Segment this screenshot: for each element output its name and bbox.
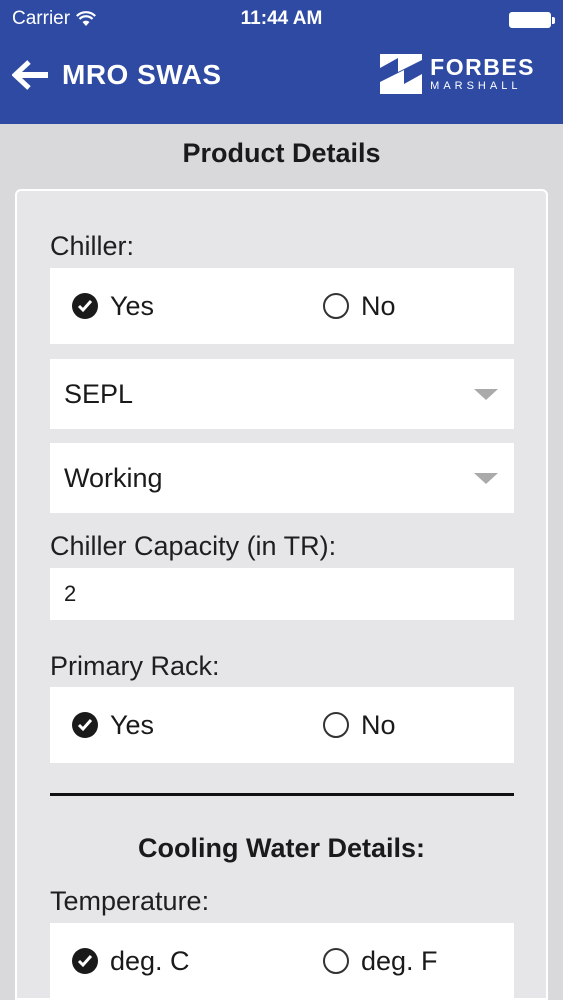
temperature-deg-c-radio[interactable]: deg. C	[72, 923, 190, 998]
logo-line2: MARSHALL	[430, 80, 522, 92]
chiller-capacity-label: Chiller Capacity (in TR):	[50, 531, 337, 561]
battery-icon	[509, 12, 555, 28]
chiller-make-value: SEPL	[64, 378, 134, 409]
primary-rack-label: Primary Rack:	[50, 651, 220, 681]
page-title: Product Details	[182, 138, 381, 168]
temperature-label: Temperature:	[50, 886, 210, 916]
radio-unchecked-icon	[323, 712, 349, 738]
dropdown-caret-icon	[474, 473, 498, 484]
dropdown-caret-icon	[474, 389, 498, 400]
forbes-marshall-logo: FORBES MARSHALL	[380, 54, 535, 94]
temperature-deg-f-label: deg. F	[361, 945, 438, 976]
primary-rack-no-radio[interactable]: No	[323, 687, 396, 763]
chiller-status-value: Working	[64, 462, 163, 493]
primary-rack-radio-group: Yes No	[50, 687, 514, 763]
chiller-status-select[interactable]: Working	[50, 443, 514, 513]
radio-unchecked-icon	[323, 948, 349, 974]
nav-title: MRO SWAS	[62, 59, 222, 90]
temperature-unit-radio-group: deg. C deg. F	[50, 923, 514, 998]
chiller-yes-label: Yes	[110, 290, 155, 321]
radio-unchecked-icon	[323, 293, 349, 319]
primary-rack-no-label: No	[361, 709, 396, 740]
cooling-water-title: Cooling Water Details:	[137, 833, 426, 863]
chiller-radio-group: Yes No	[50, 268, 514, 344]
temperature-deg-c-label: deg. C	[110, 945, 190, 976]
section-divider	[50, 793, 514, 796]
chiller-yes-radio[interactable]: Yes	[72, 268, 154, 344]
logo-mark-icon	[380, 54, 423, 94]
chiller-no-radio[interactable]: No	[323, 268, 396, 344]
chiller-capacity-value: 2	[64, 581, 77, 606]
app-header: Carrier 11:44 AM MRO SWAS FORBES MARSHAL…	[0, 0, 563, 124]
status-time: 11:44 AM	[240, 8, 323, 29]
chiller-label: Chiller:	[50, 231, 135, 261]
logo-line1: FORBES	[430, 54, 535, 80]
radio-checked-icon	[72, 712, 98, 738]
nav-bar: MRO SWAS FORBES MARSHALL	[0, 44, 563, 108]
status-bar: Carrier 11:44 AM	[0, 0, 563, 36]
primary-rack-yes-radio[interactable]: Yes	[72, 687, 154, 763]
temperature-deg-f-radio[interactable]: deg. F	[323, 923, 438, 998]
radio-checked-icon	[72, 293, 98, 319]
back-arrow-icon	[12, 60, 48, 90]
chiller-capacity-input[interactable]: 2	[50, 568, 514, 620]
radio-checked-icon	[72, 948, 98, 974]
chiller-no-label: No	[361, 290, 396, 321]
logo-text: FORBES MARSHALL	[430, 56, 535, 92]
primary-rack-yes-label: Yes	[110, 709, 155, 740]
chiller-make-select[interactable]: SEPL	[50, 359, 514, 429]
product-details-card: Chiller: Yes No SEPL Working Chiller Cap…	[15, 189, 548, 1000]
back-button[interactable]: MRO SWAS	[12, 52, 222, 98]
